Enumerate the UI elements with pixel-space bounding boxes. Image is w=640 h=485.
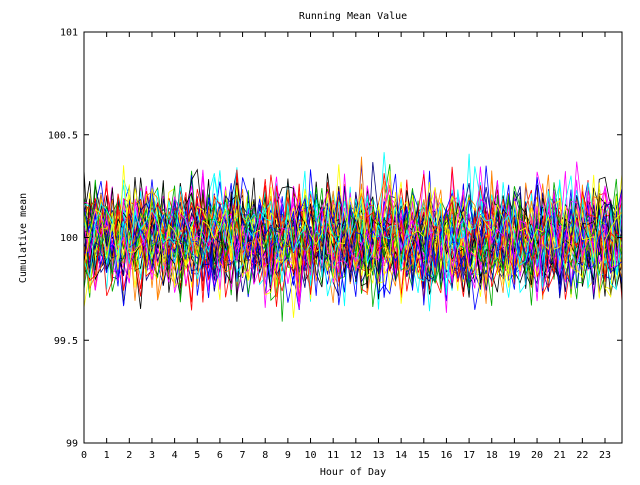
y-tick-label: 101: [60, 28, 78, 39]
x-tick-label: 7: [240, 450, 246, 461]
x-tick-label: 6: [217, 450, 223, 461]
x-tick-label: 8: [262, 450, 268, 461]
x-tick-label: 1: [104, 450, 110, 461]
y-tick-label: 100: [60, 233, 78, 244]
x-tick-label: 21: [554, 450, 566, 461]
x-tick-label: 22: [576, 450, 588, 461]
y-tick-label: 100.5: [48, 130, 78, 141]
x-tick-label: 17: [463, 450, 475, 461]
x-tick-label: 5: [194, 450, 200, 461]
x-tick-label: 12: [350, 450, 362, 461]
chart: Running Mean Value 99 99.5 100 100.5 101 012…: [0, 0, 640, 480]
y-axis-label: Cumulative mean: [18, 193, 29, 283]
x-tick-label: 11: [327, 450, 339, 461]
chart-svg: Running Mean Value 9999.5100100.5101 012…: [0, 0, 640, 480]
x-tick-label: 10: [305, 450, 317, 461]
x-tick-label: 2: [126, 450, 132, 461]
x-tick-label: 3: [149, 450, 155, 461]
x-tick-label: 15: [418, 450, 430, 461]
chart-title: Running Mean Value: [299, 11, 407, 22]
x-tick-label: 23: [599, 450, 611, 461]
x-tick-label: 18: [486, 450, 498, 461]
x-tick-label: 0: [81, 450, 87, 461]
x-tick-label: 19: [508, 450, 520, 461]
x-tick-label: 9: [285, 450, 291, 461]
x-tick-label: 4: [172, 450, 178, 461]
x-tick-label: 13: [372, 450, 384, 461]
x-tick-label: 14: [395, 450, 407, 461]
x-tick-label: 16: [440, 450, 452, 461]
y-tick-label: 99.5: [54, 336, 78, 347]
y-tick-label: 99: [66, 439, 78, 450]
x-axis-label: Hour of Day: [320, 467, 386, 478]
x-tick-label: 20: [531, 450, 543, 461]
